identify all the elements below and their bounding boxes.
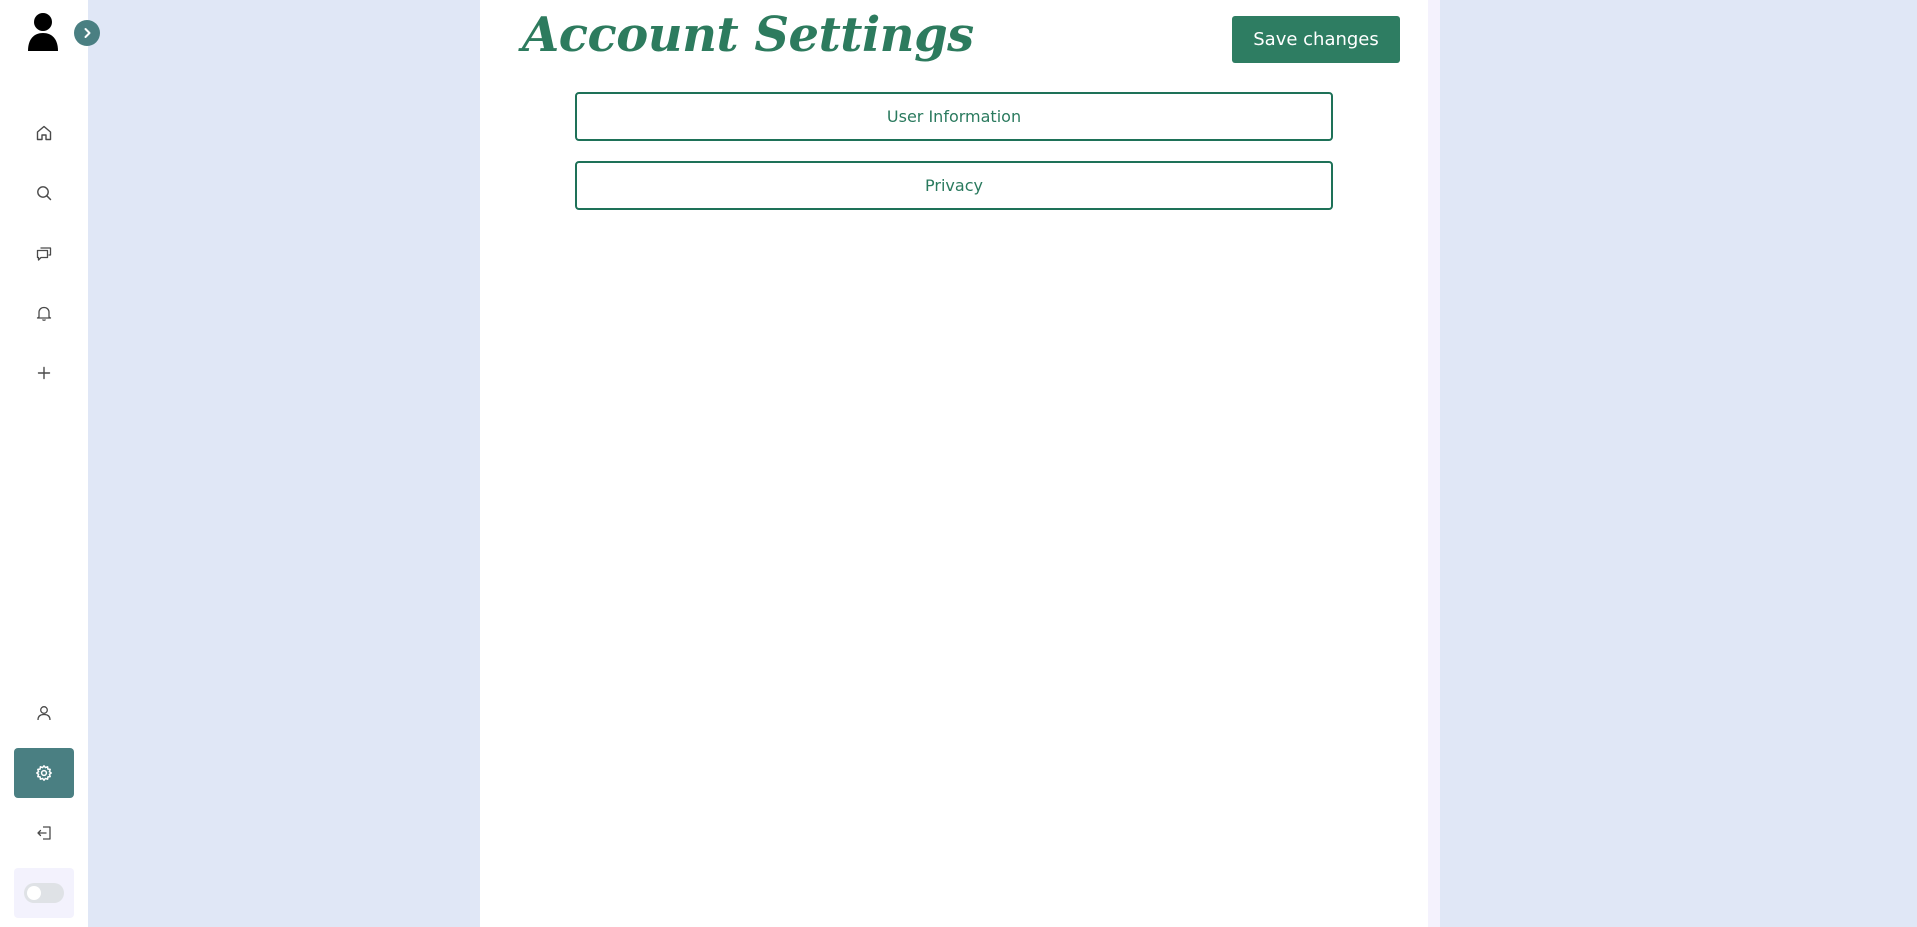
sidebar bbox=[0, 0, 100, 927]
gear-icon bbox=[36, 765, 52, 781]
page-title: Account Settings bbox=[522, 7, 974, 63]
plus-icon bbox=[37, 366, 51, 380]
sidebar-item-notifications[interactable] bbox=[14, 288, 74, 338]
sidebar-expand-button[interactable] bbox=[74, 20, 100, 46]
toggle-knob bbox=[27, 886, 41, 900]
save-changes-button[interactable]: Save changes bbox=[1232, 16, 1400, 63]
theme-toggle[interactable] bbox=[24, 883, 64, 903]
sidebar-item-profile[interactable] bbox=[14, 688, 74, 738]
sidebar-item-create[interactable] bbox=[14, 348, 74, 398]
section-button-privacy[interactable]: Privacy bbox=[575, 161, 1333, 210]
theme-toggle-container bbox=[14, 868, 74, 918]
sidebar-item-messages[interactable] bbox=[14, 228, 74, 278]
panel-edge bbox=[1428, 0, 1440, 927]
section-button-user-information[interactable]: User Information bbox=[575, 92, 1333, 141]
search-icon bbox=[37, 186, 52, 201]
sidebar-item-logout[interactable] bbox=[14, 808, 74, 858]
bell-icon bbox=[36, 306, 52, 321]
avatar-icon[interactable] bbox=[26, 12, 60, 52]
sidebar-item-settings[interactable] bbox=[14, 748, 74, 798]
user-icon bbox=[37, 706, 51, 721]
logout-icon bbox=[37, 826, 51, 840]
chat-icon bbox=[36, 247, 52, 261]
sidebar-item-search[interactable] bbox=[14, 168, 74, 218]
home-icon bbox=[36, 125, 52, 141]
sidebar-item-home[interactable] bbox=[14, 108, 74, 158]
chevron-right-icon bbox=[84, 28, 91, 38]
